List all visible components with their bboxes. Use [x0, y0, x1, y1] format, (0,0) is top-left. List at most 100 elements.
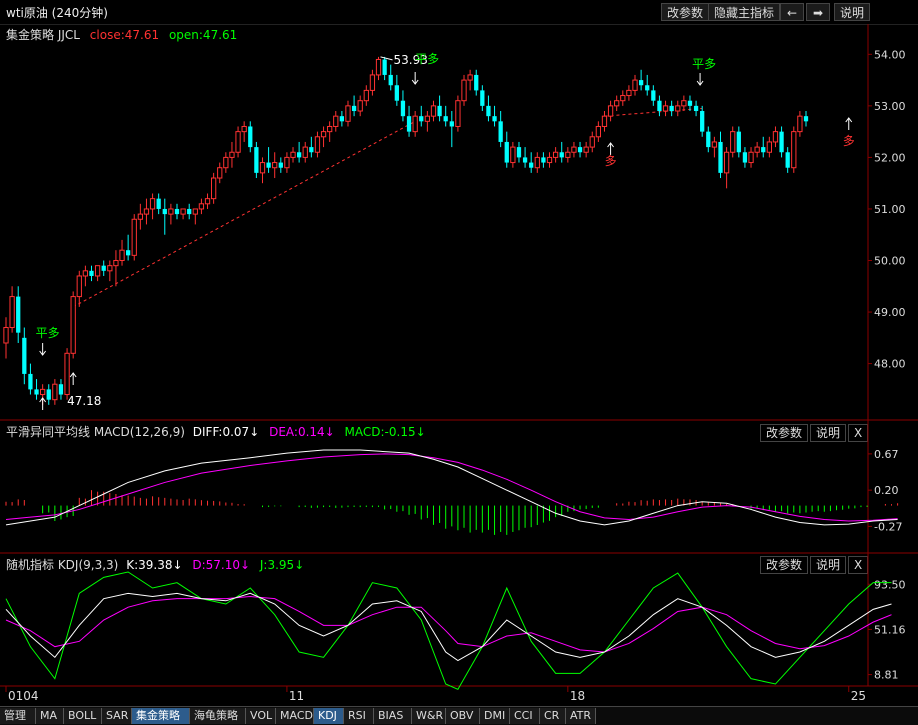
candle-body	[522, 157, 528, 163]
tab-atr[interactable]: ATR	[566, 708, 596, 724]
candle-body	[614, 100, 620, 107]
candles	[3, 56, 809, 405]
candle-body	[309, 147, 314, 153]
candle-body	[168, 208, 174, 215]
candle-body	[40, 388, 46, 396]
candle-body	[510, 146, 516, 164]
kdj-tick-label: 51.16	[874, 623, 906, 636]
candle-body	[516, 147, 522, 158]
candle-body	[119, 249, 125, 262]
kdj-j-line	[5, 571, 892, 690]
tab-sar[interactable]: SAR	[102, 708, 132, 724]
candle-body	[730, 131, 736, 153]
kdj-d-line	[5, 596, 892, 653]
candle-body	[632, 79, 638, 91]
candle-body	[723, 151, 730, 174]
candle-body	[162, 208, 167, 215]
price-tick-label: 50.00	[874, 255, 906, 268]
tab-ma[interactable]: MA	[36, 708, 64, 724]
candle-body	[601, 115, 608, 127]
candle-body	[363, 89, 369, 102]
candle-body	[187, 208, 192, 215]
candle-body	[803, 116, 809, 122]
price-axis: 54.00 53.00 52.00 51.00 50.00 49.00 48.00	[868, 48, 906, 371]
tab-管理[interactable]: 管理	[0, 708, 36, 724]
candle-body	[546, 156, 553, 164]
candle-body	[662, 105, 669, 112]
candle-body	[583, 146, 589, 153]
candle-body	[34, 389, 39, 395]
tab-vol[interactable]: VOL	[246, 708, 276, 724]
candle-body	[693, 105, 699, 112]
candle-body	[449, 121, 454, 127]
candle-body	[16, 296, 21, 333]
tab-macd[interactable]: MACD	[276, 708, 314, 724]
kdj-plot: 93.50 51.16 8.81	[5, 571, 906, 690]
candle-body	[742, 152, 748, 163]
tab-cr[interactable]: CR	[540, 708, 566, 724]
tab-海龟策略[interactable]: 海龟策略	[190, 708, 246, 724]
candle-body	[101, 265, 106, 271]
candle-body	[52, 383, 58, 401]
candle-body	[180, 208, 186, 215]
candle-body	[657, 100, 662, 112]
candle-body	[706, 131, 711, 148]
signal-long-label: 多	[843, 134, 855, 148]
tab-dmi[interactable]: DMI	[480, 708, 510, 724]
candle-body	[314, 136, 321, 153]
macd-tick-label: 0.67	[874, 448, 899, 461]
chart-canvas[interactable]: 54.00 53.00 52.00 51.00 50.00 49.00 48.00 平多 47…	[0, 0, 918, 706]
signal-close-long-label: 平多	[415, 52, 439, 66]
candle-body	[284, 156, 290, 169]
candle-body	[320, 131, 327, 138]
candle-body	[58, 384, 64, 395]
candle-body	[754, 146, 760, 153]
candle-body	[419, 116, 424, 122]
candle-body	[290, 151, 296, 158]
candle-body	[400, 100, 406, 117]
candle-body	[486, 105, 491, 117]
candle-body	[9, 296, 15, 329]
kdj-k-line	[5, 592, 892, 662]
date-tick-label: 11	[289, 689, 304, 703]
tab-rsi[interactable]: RSI	[344, 708, 374, 724]
candle-body	[3, 327, 9, 344]
candle-body	[204, 198, 211, 205]
candle-body	[467, 74, 473, 81]
candle-body	[571, 146, 577, 153]
candle-body	[437, 105, 442, 117]
candle-body	[412, 115, 418, 133]
candle-body	[718, 141, 723, 173]
kdj-tick-label: 8.81	[874, 669, 899, 682]
tab-obv[interactable]: OBV	[446, 708, 480, 724]
price-tick-label: 54.00	[874, 48, 906, 61]
candle-body	[46, 389, 51, 400]
candle-body	[504, 141, 509, 163]
candle-body	[492, 116, 497, 122]
tab-bias[interactable]: BIAS	[374, 708, 412, 724]
date-tick-label: 0104	[8, 689, 39, 703]
tab-boll[interactable]: BOLL	[64, 708, 102, 724]
candle-body	[455, 100, 461, 127]
tab-集金策略[interactable]: 集金策略	[132, 708, 190, 724]
tab-wr[interactable]: W&R	[412, 708, 446, 724]
tab-cci[interactable]: CCI	[510, 708, 540, 724]
candle-body	[217, 167, 223, 179]
candle-body	[339, 116, 345, 122]
candle-body	[498, 121, 503, 142]
candle-body	[534, 156, 540, 169]
low-price-label: 47.18	[67, 394, 101, 408]
candle-body	[357, 100, 363, 112]
candle-body	[259, 162, 266, 174]
price-tick-label: 49.00	[874, 306, 906, 319]
candle-body	[107, 265, 113, 272]
candle-body	[430, 105, 437, 117]
candle-body	[675, 105, 681, 112]
candle-body	[22, 337, 27, 374]
candle-body	[210, 177, 217, 200]
tab-kdj[interactable]: KDJ	[314, 708, 344, 724]
candle-body	[296, 152, 302, 158]
candle-body	[388, 74, 393, 86]
macd-tick-label: 0.20	[874, 484, 899, 497]
candle-body	[474, 74, 479, 91]
